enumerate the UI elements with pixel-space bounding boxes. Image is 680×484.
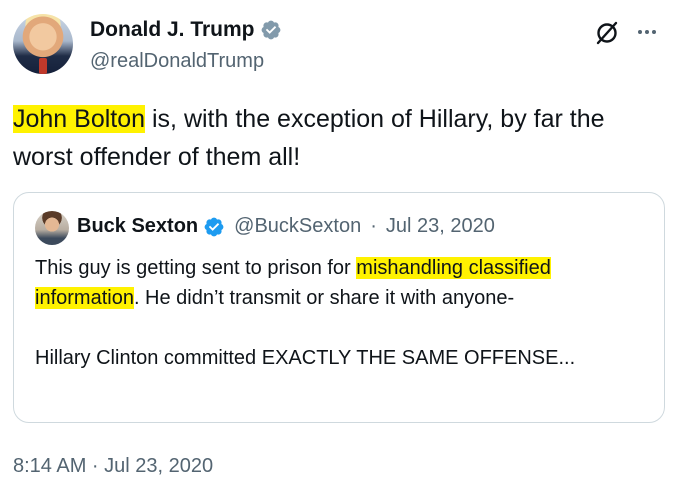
quoted-author-avatar[interactable] <box>35 211 69 245</box>
tweet-text: John Bolton is, with the exception of Hi… <box>13 100 667 176</box>
quoted-text-start: This guy is getting sent to prison for <box>35 257 357 279</box>
author-handle[interactable]: @realDonaldTrump <box>90 50 264 73</box>
quoted-text-end: . He didn’t transmit or share it with an… <box>133 287 515 309</box>
quoted-text: This guy is getting sent to prison for m… <box>35 253 645 373</box>
quoted-author-name[interactable]: Buck Sexton <box>77 215 198 238</box>
author-name-row: Donald J. Trump <box>90 18 282 42</box>
quoted-separator: · <box>370 215 377 237</box>
more-icon[interactable] <box>638 22 656 42</box>
grok-icon[interactable] <box>594 20 620 46</box>
author-name[interactable]: Donald J. Trump <box>90 18 255 42</box>
quoted-handle[interactable]: @BuckSexton <box>234 215 361 238</box>
quoted-text-line2: Hillary Clinton committed EXACTLY THE SA… <box>35 347 576 369</box>
quoted-header: Buck Sexton @BuckSexton · Jul 23, 2020 <box>77 215 495 238</box>
quoted-date[interactable]: Jul 23, 2020 <box>386 215 495 238</box>
tweet-timestamp[interactable]: 8:14 AM · Jul 23, 2020 <box>13 455 213 478</box>
highlighted-phrase[interactable]: John Bolton <box>13 105 146 133</box>
verified-badge-icon <box>261 20 280 40</box>
quoted-verified-badge-icon <box>204 217 224 236</box>
author-avatar[interactable] <box>13 14 73 74</box>
quoted-tweet[interactable]: Buck Sexton @BuckSexton · Jul 23, 2020 T… <box>13 192 665 423</box>
